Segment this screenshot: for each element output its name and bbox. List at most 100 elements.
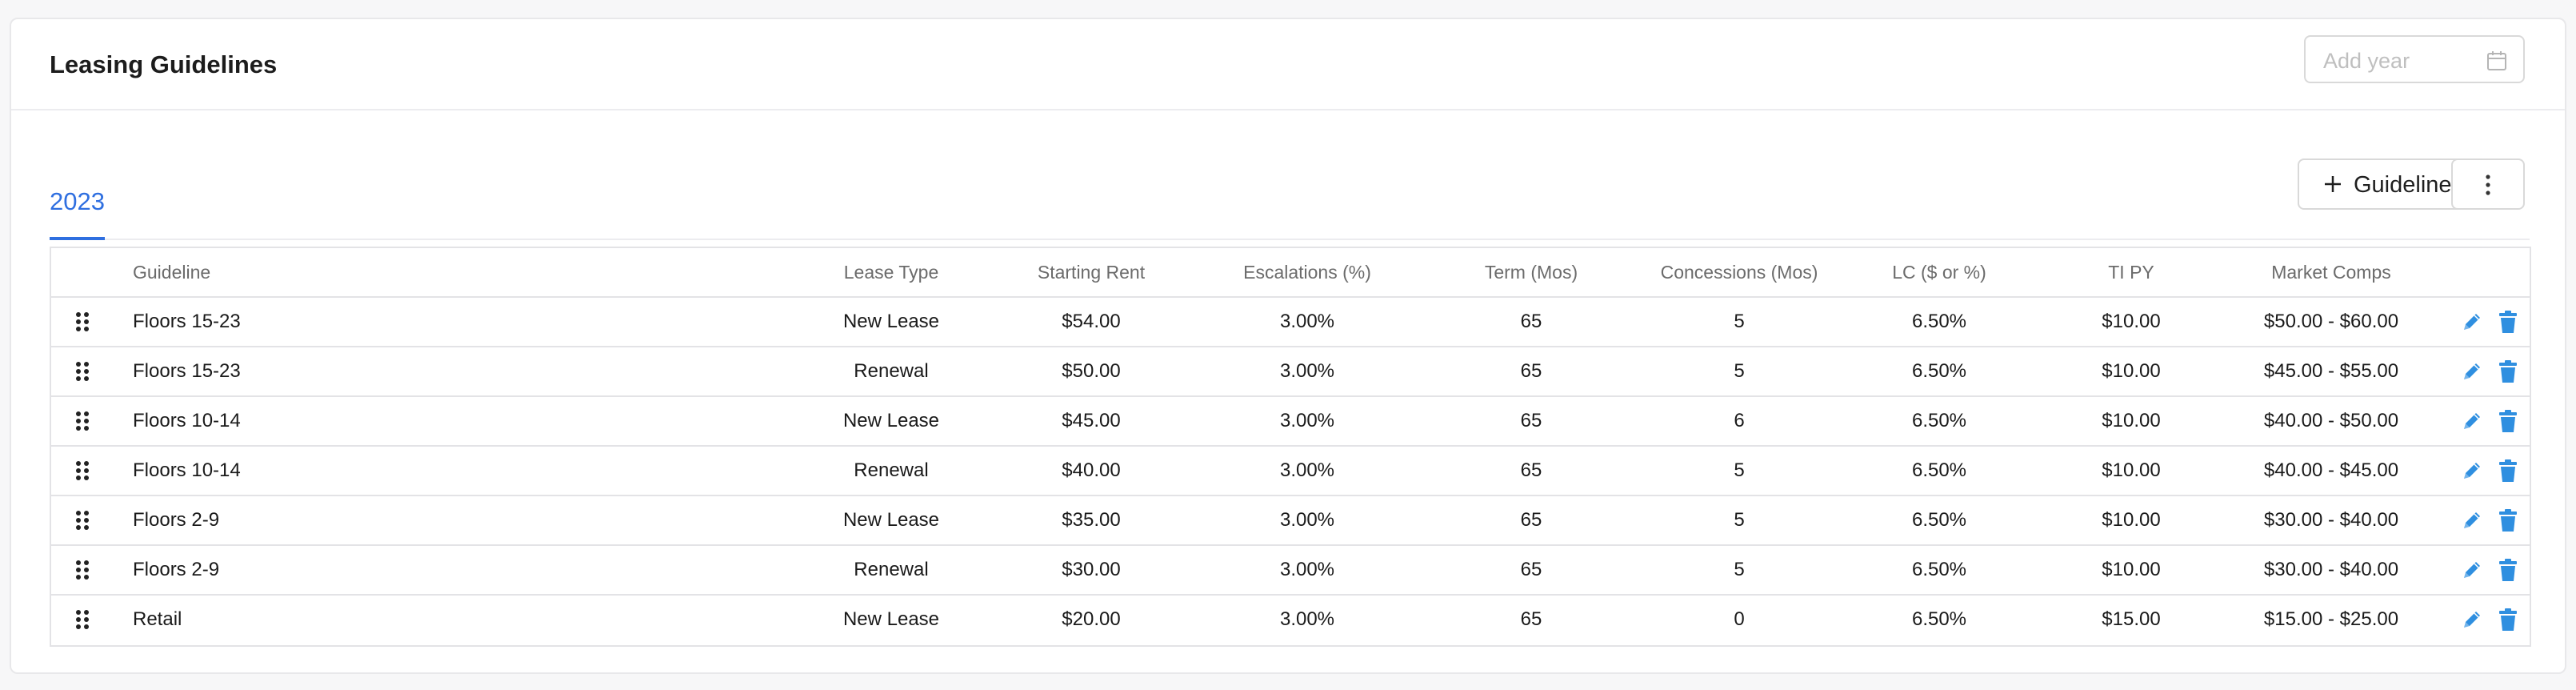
trash-icon[interactable]	[2498, 459, 2518, 483]
cell-guideline: Floors 2-9	[133, 509, 220, 531]
cell-ti-py: $10.00	[2102, 559, 2161, 580]
cell-starting-rent: $45.00	[1062, 410, 1121, 431]
header-ti-py: TI PY	[2108, 262, 2154, 283]
cell-concessions: 5	[1734, 509, 1745, 531]
edit-icon[interactable]	[2461, 360, 2483, 383]
table-row: Floors 2-9 New Lease $35.00 3.00% 65 5 6.50% $1…	[51, 496, 2530, 546]
drag-handle-icon[interactable]	[75, 460, 90, 481]
cell-concessions: 5	[1734, 459, 1745, 481]
cell-escalations: 3.00%	[1279, 559, 1335, 580]
cell-guideline: Floors 10-14	[133, 459, 241, 481]
drag-handle-icon[interactable]	[75, 510, 90, 531]
card-header: Leasing Guidelines Add year	[11, 19, 2565, 110]
cell-concessions: 0	[1734, 608, 1745, 630]
cell-lease-type: New Lease	[842, 608, 940, 630]
tab-2023[interactable]: 2023	[50, 186, 105, 240]
cell-ti-py: $10.00	[2102, 509, 2161, 531]
header-term: Term (Mos)	[1484, 262, 1578, 283]
cell-starting-rent: $30.00	[1062, 559, 1121, 580]
cell-escalations: 3.00%	[1279, 311, 1335, 332]
drag-handle-icon[interactable]	[75, 609, 90, 630]
drag-handle-icon[interactable]	[75, 361, 90, 382]
more-options-button[interactable]	[2451, 158, 2525, 210]
cell-lease-type: New Lease	[842, 509, 940, 531]
cell-market-comps: $30.00 - $40.00	[2263, 559, 2399, 580]
year-picker-input[interactable]: Add year	[2304, 35, 2525, 83]
table-row: Retail New Lease $20.00 3.00% 65 0 6.50% $15.00…	[51, 596, 2530, 645]
trash-icon[interactable]	[2498, 310, 2518, 334]
cell-starting-rent: $50.00	[1062, 360, 1121, 382]
edit-icon[interactable]	[2461, 410, 2483, 432]
cell-concessions: 5	[1734, 360, 1745, 382]
table-row: Floors 10-14 Renewal $40.00 3.00% 65 5 6.50% $1…	[51, 447, 2530, 496]
cell-starting-rent: $54.00	[1062, 311, 1121, 332]
cell-market-comps: $50.00 - $60.00	[2263, 311, 2399, 332]
cell-ti-py: $10.00	[2102, 311, 2161, 332]
cell-starting-rent: $35.00	[1062, 509, 1121, 531]
cell-lease-type: Renewal	[854, 459, 929, 481]
drag-handle-icon[interactable]	[75, 311, 90, 332]
drag-handle-icon[interactable]	[75, 560, 90, 580]
table-row: Floors 15-23 New Lease $54.00 3.00% 65 5 6.50%…	[51, 298, 2530, 347]
trash-icon[interactable]	[2498, 508, 2518, 532]
cell-term: 65	[1520, 311, 1542, 332]
edit-icon[interactable]	[2461, 559, 2483, 581]
cell-lease-type: Renewal	[854, 360, 929, 382]
table-row: Floors 15-23 Renewal $50.00 3.00% 65 5 6.50% $1…	[51, 347, 2530, 397]
table-header-row: Guideline Lease Type Starting Rent Escal…	[51, 248, 2530, 298]
cell-term: 65	[1520, 360, 1542, 382]
cell-ti-py: $10.00	[2102, 360, 2161, 382]
cell-concessions: 5	[1734, 559, 1745, 580]
cell-guideline: Floors 15-23	[133, 311, 241, 332]
cell-lease-type: New Lease	[842, 311, 940, 332]
table-body: Floors 15-23 New Lease $54.00 3.00% 65 5 6.50%…	[51, 298, 2530, 645]
table-row: Floors 10-14 New Lease $45.00 3.00% 65 6 6.50%…	[51, 397, 2530, 447]
header-escalations: Escalations (%)	[1243, 262, 1371, 283]
guidelines-table: Guideline Lease Type Starting Rent Escal…	[50, 247, 2531, 647]
header-lease-type: Lease Type	[843, 262, 939, 283]
cell-guideline: Floors 10-14	[133, 410, 241, 431]
header-guideline: Guideline	[133, 262, 211, 283]
cell-escalations: 3.00%	[1279, 360, 1335, 382]
cell-term: 65	[1520, 608, 1542, 630]
edit-icon[interactable]	[2461, 608, 2483, 631]
trash-icon[interactable]	[2498, 608, 2518, 632]
cell-market-comps: $30.00 - $40.00	[2263, 509, 2399, 531]
cell-term: 65	[1520, 410, 1542, 431]
drag-handle-icon[interactable]	[75, 411, 90, 431]
cell-market-comps: $15.00 - $25.00	[2263, 608, 2399, 630]
cell-ti-py: $15.00	[2102, 608, 2161, 630]
cell-market-comps: $40.00 - $50.00	[2263, 410, 2399, 431]
cell-lc: 6.50%	[1911, 459, 1967, 481]
leasing-guidelines-card: Leasing Guidelines Add year 2023 Guideli…	[10, 18, 2566, 674]
cell-guideline: Retail	[133, 608, 182, 630]
cell-guideline: Floors 2-9	[133, 559, 220, 580]
cell-lc: 6.50%	[1911, 509, 1967, 531]
add-guideline-label: Guideline	[2354, 172, 2452, 198]
edit-icon[interactable]	[2461, 509, 2483, 532]
cell-term: 65	[1520, 459, 1542, 481]
cell-escalations: 3.00%	[1279, 509, 1335, 531]
header-concessions: Concessions (Mos)	[1660, 262, 1818, 283]
calendar-icon	[2487, 51, 2506, 70]
header-starting-rent: Starting Rent	[1037, 262, 1146, 283]
cell-lease-type: New Lease	[842, 410, 940, 431]
cell-term: 65	[1520, 559, 1542, 580]
trash-icon[interactable]	[2498, 409, 2518, 433]
cell-market-comps: $45.00 - $55.00	[2263, 360, 2399, 382]
cell-starting-rent: $20.00	[1062, 608, 1121, 630]
table-row: Floors 2-9 Renewal $30.00 3.00% 65 5 6.50% $10.…	[51, 546, 2530, 596]
more-vertical-icon	[2486, 175, 2490, 195]
trash-icon[interactable]	[2498, 558, 2518, 582]
edit-icon[interactable]	[2461, 311, 2483, 333]
cell-ti-py: $10.00	[2102, 410, 2161, 431]
page-title: Leasing Guidelines	[50, 50, 278, 78]
cell-lease-type: Renewal	[854, 559, 929, 580]
cell-lc: 6.50%	[1911, 360, 1967, 382]
cell-lc: 6.50%	[1911, 559, 1967, 580]
trash-icon[interactable]	[2498, 359, 2518, 383]
cell-escalations: 3.00%	[1279, 459, 1335, 481]
header-lc: LC ($ or %)	[1892, 262, 1986, 283]
edit-icon[interactable]	[2461, 459, 2483, 482]
cell-lc: 6.50%	[1911, 410, 1967, 431]
